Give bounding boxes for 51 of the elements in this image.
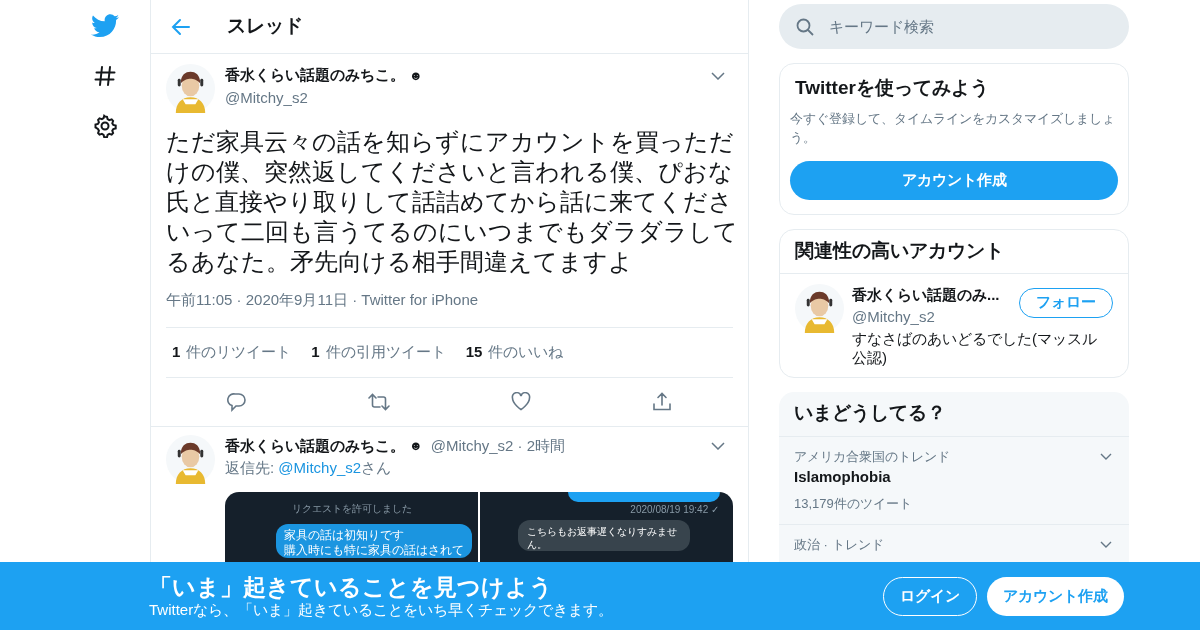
account-name[interactable]: 香水くらい話題のみ... (852, 283, 1013, 306)
tweet-count: 13,179件のツイート (794, 495, 913, 513)
card-title: 関連性の高いアカウント (780, 229, 1128, 274)
chevron-down-icon[interactable] (1100, 452, 1112, 460)
account-handle[interactable]: @Mitchy_s2 (852, 306, 1013, 329)
search-field[interactable]: キーワード検索 (779, 4, 1129, 49)
avatar[interactable] (795, 283, 844, 333)
card-description: 今すぐ登録して、タイムラインをカスタマイズしましょう。 (790, 109, 1116, 147)
author-handle[interactable]: @Mitchy_s2 (225, 86, 701, 109)
notice-text: リクエストを許可しました (291, 501, 412, 516)
handle-and-time[interactable]: @Mitchy_s2 · 2時間 (430, 434, 566, 457)
retweet-icon[interactable] (367, 391, 390, 412)
settings-icon[interactable] (93, 114, 117, 138)
chat-screenshot[interactable]: 2020/08/19 19:42 ✓ こちらもお返事遅くなりすみませ ん。 (480, 491, 733, 562)
card-title: いまどうしてる？ (779, 391, 1129, 437)
chevron-down-icon[interactable] (711, 72, 725, 80)
banner-title: 「いま」起きていることを見つけよう (149, 573, 554, 601)
back-arrow-icon[interactable] (171, 17, 191, 36)
emoji: ☻ (409, 437, 423, 455)
stat-link[interactable]: 1 件のリツイート (172, 340, 292, 364)
reply-to-suffix: さん (361, 458, 392, 478)
card-title: Twitterを使ってみよう (794, 76, 990, 100)
avatar[interactable] (166, 434, 215, 484)
hashtag-icon[interactable] (93, 64, 117, 88)
like-icon[interactable] (511, 392, 532, 411)
chevron-down-icon[interactable] (711, 441, 725, 450)
message-bubble: 家具の話は初知りです 購入時にも特に家具の話はされて (276, 523, 472, 558)
search-icon (796, 18, 814, 36)
account-bio: すなさばのあいどるでした(マッスル公認) (852, 328, 1098, 367)
tweet-timestamp[interactable]: 午前11:05 · 2020年9月11日 · Twitter for iPhone (166, 289, 733, 328)
author-name[interactable]: 香水くらい話題のみちこ。 (225, 434, 405, 457)
mention-link[interactable]: @Mitchy_s2 (278, 457, 362, 480)
stat-link[interactable]: 15 件のいいね (465, 340, 564, 364)
message-timestamp: 2020/08/19 19:42 ✓ (630, 503, 719, 516)
stat-link[interactable]: 1 件の引用ツイート (311, 340, 446, 364)
bird-logo-icon[interactable] (91, 14, 119, 38)
trend-context: アメリカ合衆国のトレンド (794, 447, 951, 466)
message-bubble: こちらもお返事遅くなりすみませ ん。 (518, 519, 690, 551)
chat-screenshot[interactable]: リクエストを許可しました 家具の話は初知りです 購入時にも特に家具の話はされて (225, 491, 478, 562)
tweet-text: ただ家具云々の話を知らずにアカウントを買っただけの僕、突然返してくださいと言われる僕、ぴおな氏と直接やり取りして話詰めてから話に来てくださいって二回も言うてるのにいつまでもダラダラしてるあなた。矛先向ける相手間違えてますよ (166, 127, 739, 277)
page-title: スレッド (227, 14, 303, 39)
emoji: ☻ (409, 66, 423, 85)
banner-subtitle: Twitterなら、「いま」起きていることをいち早くチェックできます。 (149, 601, 615, 619)
trend-name[interactable]: Islamophobia (794, 466, 1100, 488)
reply-icon[interactable] (226, 391, 247, 412)
trend-context: 政治 · トレンド (794, 535, 885, 554)
chevron-down-icon[interactable] (1100, 540, 1112, 548)
author-name[interactable]: 香水くらい話題のみちこ。 (225, 64, 405, 87)
reply-to-label: 返信先: (225, 458, 276, 478)
avatar[interactable] (166, 64, 215, 113)
share-icon[interactable] (652, 391, 673, 412)
